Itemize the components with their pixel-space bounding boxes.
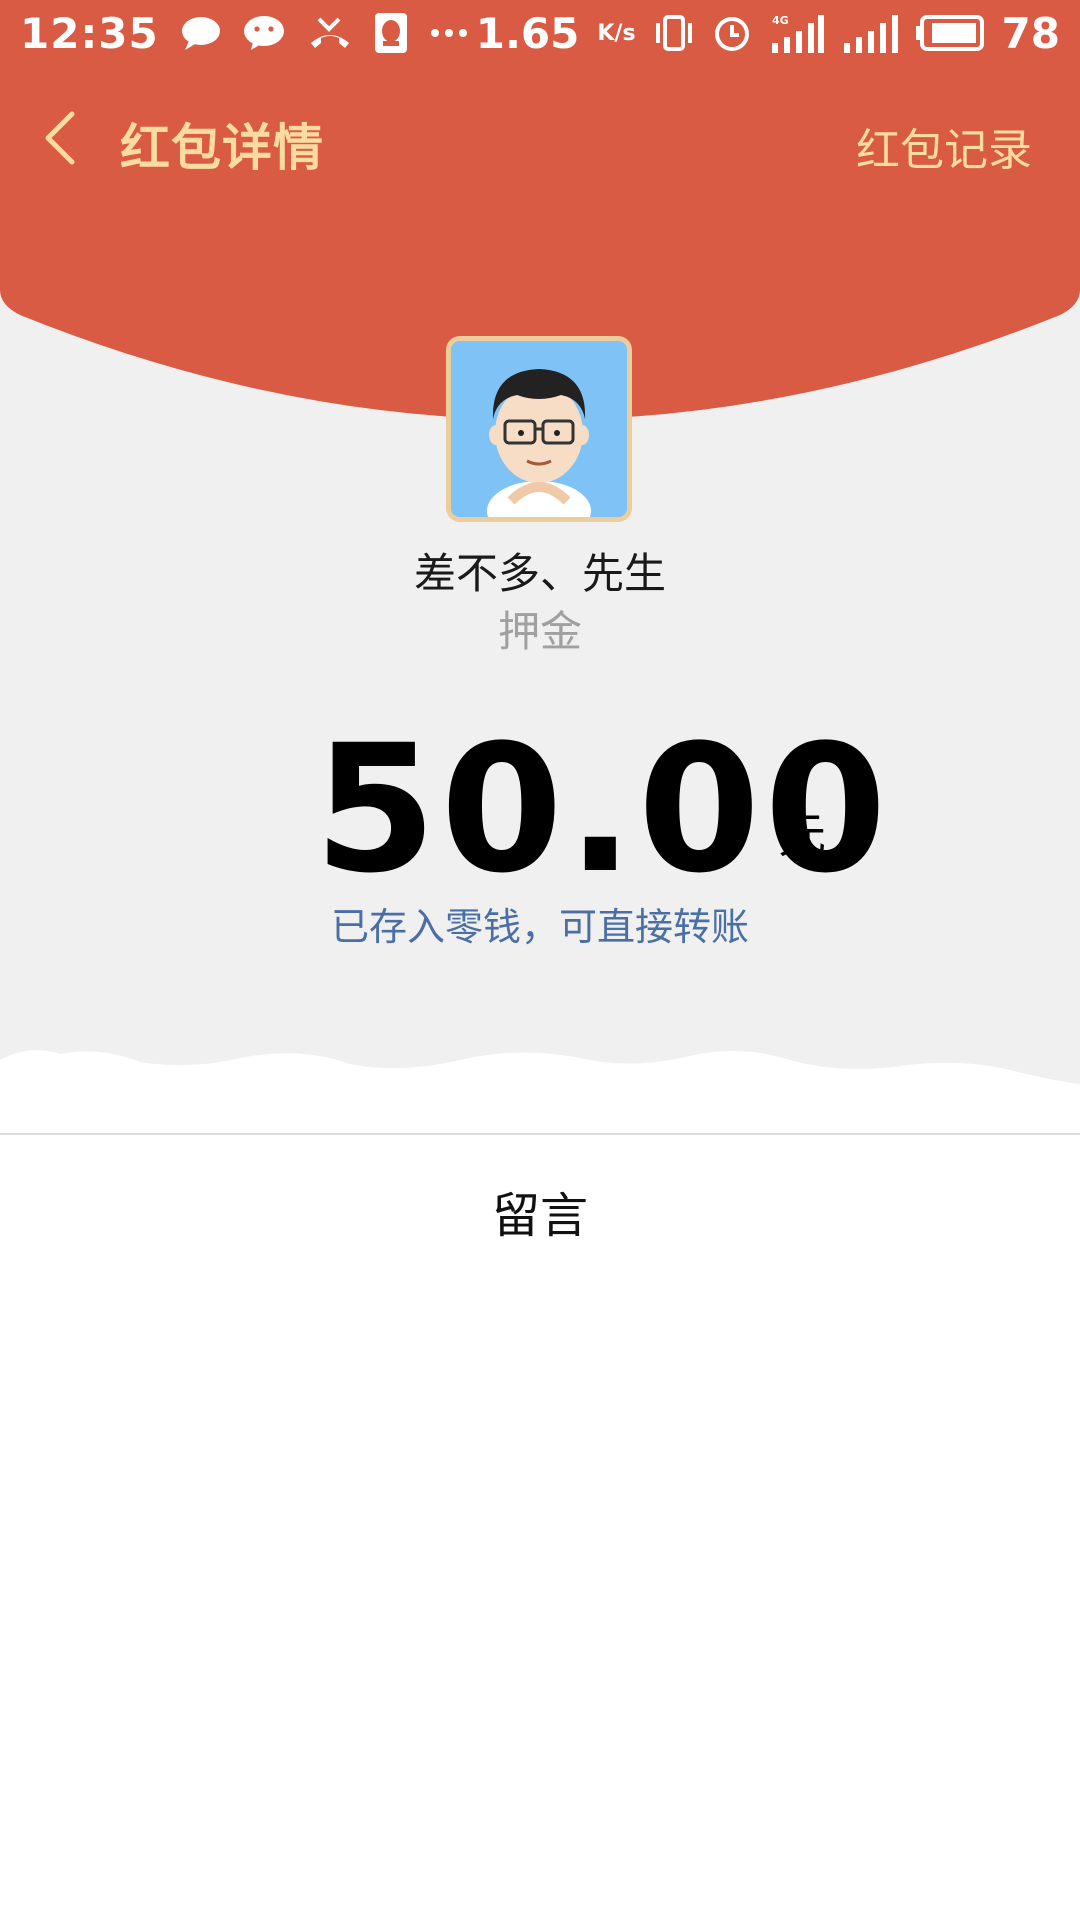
greeting-text: 押金 [497,607,582,656]
torn-paper-edge [0,1050,1080,1134]
cartoon-avatar-icon [451,341,627,517]
red-packet-record-link[interactable]: 红包记录 [856,114,1032,178]
chevron-left-icon [40,108,80,172]
sender-name: 差不多、先生 [413,549,666,598]
amount-unit: 元 [778,808,827,864]
amount-row: 50.00 元 [0,720,1080,900]
qq-icon [374,13,407,53]
page-title: 红包详情 [120,119,324,177]
net-speed-unit: K/s [597,20,636,46]
signal-icon-2 [842,13,898,53]
alarm-icon [712,13,752,53]
net-speed: 1.65 [475,8,580,58]
battery-level: 78 [1001,8,1060,58]
more-dots-icon [429,27,469,39]
back-button[interactable] [30,105,90,175]
vibrate-icon [654,13,694,53]
network-type: 4G [772,14,789,27]
missed-call-icon [307,15,353,51]
battery-icon [915,14,984,52]
status-bar: 12:35 1.65 K/s 4G 78 [0,0,1080,66]
signal-icon: 4G [770,13,824,53]
wechat-icon [243,14,285,52]
avatar[interactable] [446,336,632,522]
message-button[interactable]: 留言 [0,1176,1080,1246]
clock: 12:35 [20,8,159,58]
deposit-note-link[interactable]: 已存入零钱，可直接转账 [0,896,1080,951]
section-divider [0,1133,1080,1135]
nav-bar: 红包详情 红包记录 [0,90,1080,190]
chat-bubble-icon [181,15,221,51]
